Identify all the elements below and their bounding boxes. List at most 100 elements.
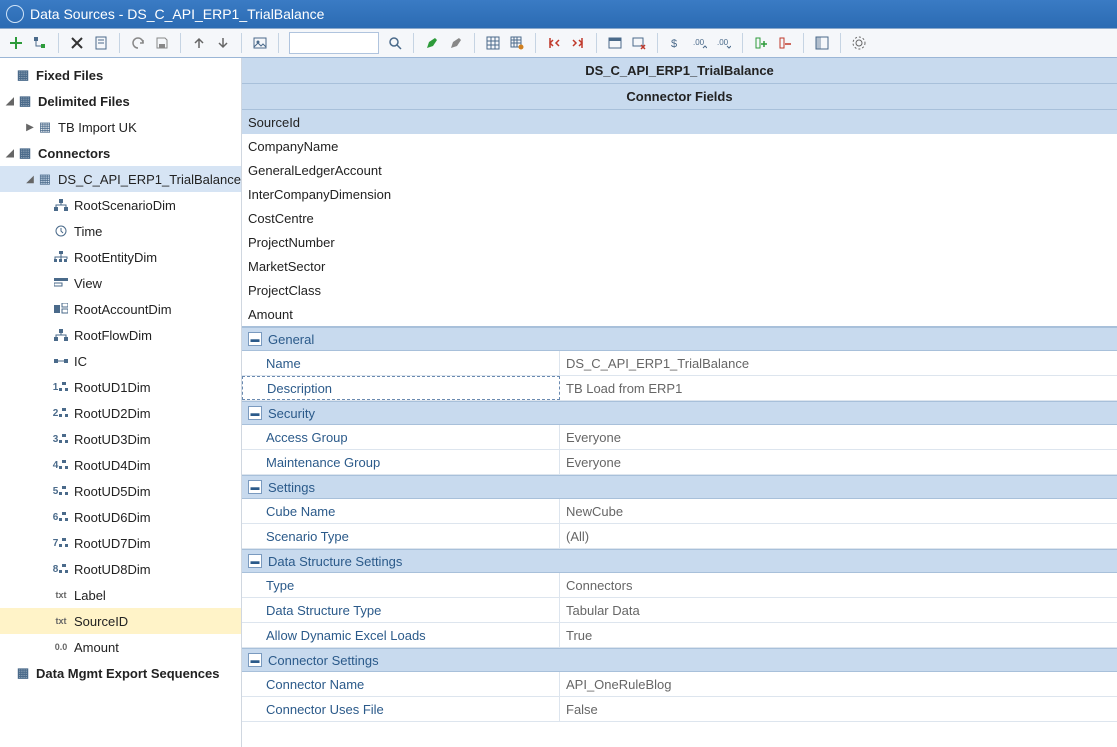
tree-connectors[interactable]: ◢ ▦ Connectors	[0, 140, 241, 166]
list-item[interactable]: SourceId	[242, 110, 1117, 134]
properties-grid[interactable]: ▬General NameDS_C_API_ERP1_TrialBalance …	[242, 327, 1117, 747]
add-col-icon[interactable]	[749, 31, 773, 55]
section-connector-settings[interactable]: ▬Connector Settings	[242, 648, 1117, 672]
ud-icon: 6	[52, 512, 70, 523]
app-logo-icon	[6, 5, 24, 23]
grid-icon[interactable]	[481, 31, 505, 55]
section-settings[interactable]: ▬Settings	[242, 475, 1117, 499]
decimal-icon: 0.0	[52, 642, 70, 652]
list-item[interactable]: GeneralLedgerAccount	[242, 158, 1117, 182]
pencil-icon[interactable]	[444, 31, 468, 55]
list-item[interactable]: ProjectNumber	[242, 230, 1117, 254]
table-icon[interactable]	[603, 31, 627, 55]
tree-dim[interactable]: 5RootUD5Dim	[0, 478, 241, 504]
list-item[interactable]: CostCentre	[242, 206, 1117, 230]
prop-val[interactable]: API_OneRuleBlog	[560, 672, 1117, 696]
tree-dim[interactable]: 2RootUD2Dim	[0, 400, 241, 426]
settings-icon[interactable]	[847, 31, 871, 55]
fields-header: Connector Fields	[242, 84, 1117, 110]
section-security[interactable]: ▬Security	[242, 401, 1117, 425]
tree-sourceid[interactable]: txtSourceID	[0, 608, 241, 634]
tree-data-mgmt[interactable]: ▦ Data Mgmt Export Sequences	[0, 660, 241, 686]
tree-delimited-files[interactable]: ◢ ▦ Delimited Files	[0, 88, 241, 114]
collapse-icon[interactable]: ▬	[248, 653, 262, 667]
connector-fields-list[interactable]: SourceId CompanyName GeneralLedgerAccoun…	[242, 110, 1117, 327]
tree-dim[interactable]: RootEntityDim	[0, 244, 241, 270]
collapse-icon[interactable]: ▬	[248, 406, 262, 420]
collapse-left-icon[interactable]	[542, 31, 566, 55]
prop-key: Connector Uses File	[242, 697, 560, 721]
prop-val[interactable]: Tabular Data	[560, 598, 1117, 622]
section-general[interactable]: ▬General	[242, 327, 1117, 351]
arrow-down-icon[interactable]	[211, 31, 235, 55]
tree-dim[interactable]: 7RootUD7Dim	[0, 530, 241, 556]
tree-dim[interactable]: 8RootUD8Dim	[0, 556, 241, 582]
prop-val[interactable]: Everyone	[560, 425, 1117, 449]
table-x-icon[interactable]	[627, 31, 651, 55]
grid-edit-icon[interactable]	[505, 31, 529, 55]
tree-dim[interactable]: 3RootUD3Dim	[0, 426, 241, 452]
tree-dim[interactable]: IC	[0, 348, 241, 374]
tree-dim[interactable]: RootAccountDim	[0, 296, 241, 322]
decimal-inc-icon[interactable]: .00	[688, 31, 712, 55]
decimal-dec-icon[interactable]: .00	[712, 31, 736, 55]
prop-key: Type	[242, 573, 560, 597]
prop-val[interactable]: Everyone	[560, 450, 1117, 474]
tree-dim[interactable]: View	[0, 270, 241, 296]
account-icon	[52, 303, 70, 315]
search-icon[interactable]	[383, 31, 407, 55]
tree-dim[interactable]: Time	[0, 218, 241, 244]
tree-fixed-files[interactable]: ▦ Fixed Files	[0, 62, 241, 88]
ud-icon: 1	[52, 382, 70, 393]
collapse-toggle-icon[interactable]: ◢	[4, 148, 16, 159]
prop-val[interactable]: DS_C_API_ERP1_TrialBalance	[560, 351, 1117, 375]
tree-sidebar[interactable]: ▦ Fixed Files ◢ ▦ Delimited Files ▶ ▦ TB…	[0, 58, 242, 747]
list-item[interactable]: InterCompanyDimension	[242, 182, 1117, 206]
arrow-up-icon[interactable]	[187, 31, 211, 55]
prop-val[interactable]: False	[560, 697, 1117, 721]
ic-icon	[52, 355, 70, 367]
list-item[interactable]: CompanyName	[242, 134, 1117, 158]
list-item[interactable]: Amount	[242, 302, 1117, 326]
tree-dim[interactable]: 4RootUD4Dim	[0, 452, 241, 478]
layout-icon[interactable]	[810, 31, 834, 55]
prop-val[interactable]: TB Load from ERP1	[560, 376, 1117, 400]
expand-toggle-icon[interactable]: ▶	[24, 122, 36, 133]
tree-dim[interactable]: RootScenarioDim	[0, 192, 241, 218]
tree-dim[interactable]: RootFlowDim	[0, 322, 241, 348]
tree-dim[interactable]: 1RootUD1Dim	[0, 374, 241, 400]
remove-col-icon[interactable]	[773, 31, 797, 55]
list-item[interactable]: MarketSector	[242, 254, 1117, 278]
collapse-icon[interactable]: ▬	[248, 332, 262, 346]
delete-icon[interactable]	[65, 31, 89, 55]
tree-label[interactable]: txtLabel	[0, 582, 241, 608]
document-icon[interactable]	[89, 31, 113, 55]
currency-icon[interactable]: $	[664, 31, 688, 55]
collapse-toggle-icon[interactable]: ◢	[4, 96, 16, 107]
collapse-right-icon[interactable]	[566, 31, 590, 55]
collapse-icon[interactable]: ▬	[248, 554, 262, 568]
tree-tb-import-uk[interactable]: ▶ ▦ TB Import UK	[0, 114, 241, 140]
add-top-icon[interactable]	[4, 31, 28, 55]
undo-icon[interactable]	[126, 31, 150, 55]
add-child-icon[interactable]	[28, 31, 52, 55]
txt-icon: txt	[52, 616, 70, 626]
collapse-toggle-icon[interactable]: ◢	[24, 174, 36, 185]
tree-amount[interactable]: 0.0Amount	[0, 634, 241, 660]
prop-key: Cube Name	[242, 499, 560, 523]
list-item[interactable]: ProjectClass	[242, 278, 1117, 302]
ud-icon: 4	[52, 460, 70, 471]
tree-ds-item[interactable]: ◢ ▦ DS_C_API_ERP1_TrialBalance	[0, 166, 241, 192]
prop-val[interactable]: (All)	[560, 524, 1117, 548]
image-icon[interactable]	[248, 31, 272, 55]
pencil-green-icon[interactable]	[420, 31, 444, 55]
prop-val[interactable]: NewCube	[560, 499, 1117, 523]
collapse-icon[interactable]: ▬	[248, 480, 262, 494]
prop-val[interactable]: Connectors	[560, 573, 1117, 597]
prop-val[interactable]: True	[560, 623, 1117, 647]
tree-dim[interactable]: 6RootUD6Dim	[0, 504, 241, 530]
section-data-structure[interactable]: ▬Data Structure Settings	[242, 549, 1117, 573]
prop-key: Scenario Type	[242, 524, 560, 548]
search-input[interactable]	[289, 32, 379, 54]
save-icon[interactable]	[150, 31, 174, 55]
